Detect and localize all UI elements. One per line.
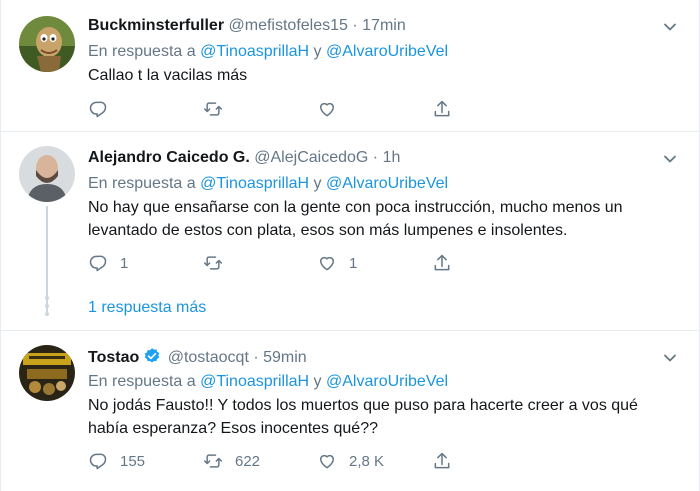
like-button[interactable]: 1: [317, 253, 357, 273]
mention-link[interactable]: @AlvaroUribeVel: [326, 373, 448, 390]
thread-dot: [45, 296, 49, 300]
tweet-actions: 1 1: [88, 253, 508, 273]
like-button[interactable]: [317, 99, 349, 119]
like-button[interactable]: 2,8 K: [317, 451, 384, 471]
like-count: 2,8 K: [349, 452, 385, 470]
mention-link[interactable]: @TinoasprillaH: [200, 43, 309, 60]
mention-link[interactable]: @TinoasprillaH: [200, 175, 309, 192]
retweet-icon: [203, 454, 223, 468]
thread-dot: [45, 304, 49, 308]
chevron-down-icon[interactable]: [661, 349, 679, 367]
retweet-icon: [203, 256, 223, 270]
retweet-button[interactable]: [203, 253, 235, 273]
share-button[interactable]: [432, 253, 452, 273]
reply-icon: [89, 101, 107, 118]
reply-joiner: y: [313, 175, 322, 192]
time-separator: ·: [352, 17, 358, 34]
share-icon: [434, 100, 450, 117]
reply-context: En respuesta a @TinoasprillaH y @AlvaroU…: [88, 372, 448, 392]
reply-prefix: En respuesta a: [88, 373, 196, 390]
reply-context: En respuesta a @TinoasprillaH y @AlvaroU…: [88, 42, 448, 62]
tweet-actions: 155 622 2,8 K: [88, 451, 508, 471]
like-count: 1: [349, 254, 358, 272]
author-handle[interactable]: @tostaocqt: [168, 349, 249, 366]
conversation-thread: Buckminsterfuller @mefistofeles15 · 17mi…: [0, 0, 700, 491]
tweet-text: Callao t la vacilas más: [88, 67, 248, 84]
reply-joiner: y: [313, 43, 322, 60]
reply-icon: [89, 255, 107, 272]
tweet-text: No jodás Fausto!! Y todos los muertos qu…: [88, 397, 638, 437]
chevron-down-icon[interactable]: [661, 150, 679, 168]
timestamp[interactable]: 59min: [263, 349, 307, 366]
avatar[interactable]: [19, 146, 75, 202]
verified-badge-icon: [143, 347, 161, 371]
heart-icon: [320, 102, 334, 117]
share-icon: [434, 452, 450, 469]
tweet-header: Alejandro Caicedo G. @AlejCaicedoG · 1h: [88, 148, 400, 168]
retweet-count: 622: [235, 452, 261, 470]
tweet-text: No hay que ensañarse con la gente con po…: [88, 199, 623, 239]
avatar[interactable]: [19, 16, 75, 72]
share-button[interactable]: [432, 451, 452, 471]
time-separator: ·: [372, 149, 379, 166]
avatar[interactable]: [19, 345, 75, 401]
retweet-button[interactable]: 622: [203, 451, 260, 471]
heart-icon: [320, 454, 334, 469]
mention-link[interactable]: @AlvaroUribeVel: [326, 175, 448, 192]
reply-icon: [89, 453, 107, 470]
show-more-replies-link[interactable]: 1 respuesta más: [88, 298, 206, 318]
mention-link[interactable]: @AlvaroUribeVel: [326, 43, 448, 60]
mention-link[interactable]: @TinoasprillaH: [200, 373, 309, 390]
retweet-icon: [203, 102, 223, 116]
reply-joiner: y: [313, 373, 322, 390]
tweet-header: Tostao @tostaocqt · 59min: [88, 347, 307, 371]
tweet-header: Buckminsterfuller @mefistofeles15 · 17mi…: [88, 16, 406, 36]
heart-icon: [320, 256, 334, 271]
reply-button[interactable]: 155: [88, 451, 145, 471]
tweet[interactable]: Buckminsterfuller @mefistofeles15 · 17mi…: [1, 0, 700, 131]
share-icon: [434, 254, 450, 271]
tweet[interactable]: Tostao @tostaocqt · 59min En respuesta a…: [1, 331, 700, 491]
reply-count: 155: [120, 452, 146, 470]
author-handle[interactable]: @AlejCaicedoG: [254, 149, 368, 166]
author-name[interactable]: Tostao: [88, 349, 139, 366]
author-handle[interactable]: @mefistofeles15: [229, 17, 348, 34]
time-separator: ·: [253, 349, 259, 366]
share-button[interactable]: [432, 99, 452, 119]
reply-prefix: En respuesta a: [88, 175, 196, 192]
thread-dot: [45, 312, 49, 316]
timestamp[interactable]: 17min: [362, 17, 406, 34]
chevron-down-icon[interactable]: [661, 18, 679, 36]
tweet-actions: [88, 99, 508, 119]
reply-context: En respuesta a @TinoasprillaH y @AlvaroU…: [88, 174, 448, 194]
timestamp[interactable]: 1h: [383, 149, 401, 166]
author-name[interactable]: Buckminsterfuller: [88, 17, 224, 34]
reply-prefix: En respuesta a: [88, 43, 196, 60]
retweet-button[interactable]: [203, 99, 235, 119]
reply-count: 1: [120, 254, 129, 272]
reply-button[interactable]: 1: [88, 253, 128, 273]
author-name[interactable]: Alejandro Caicedo G.: [88, 149, 250, 166]
reply-button[interactable]: [88, 99, 120, 119]
